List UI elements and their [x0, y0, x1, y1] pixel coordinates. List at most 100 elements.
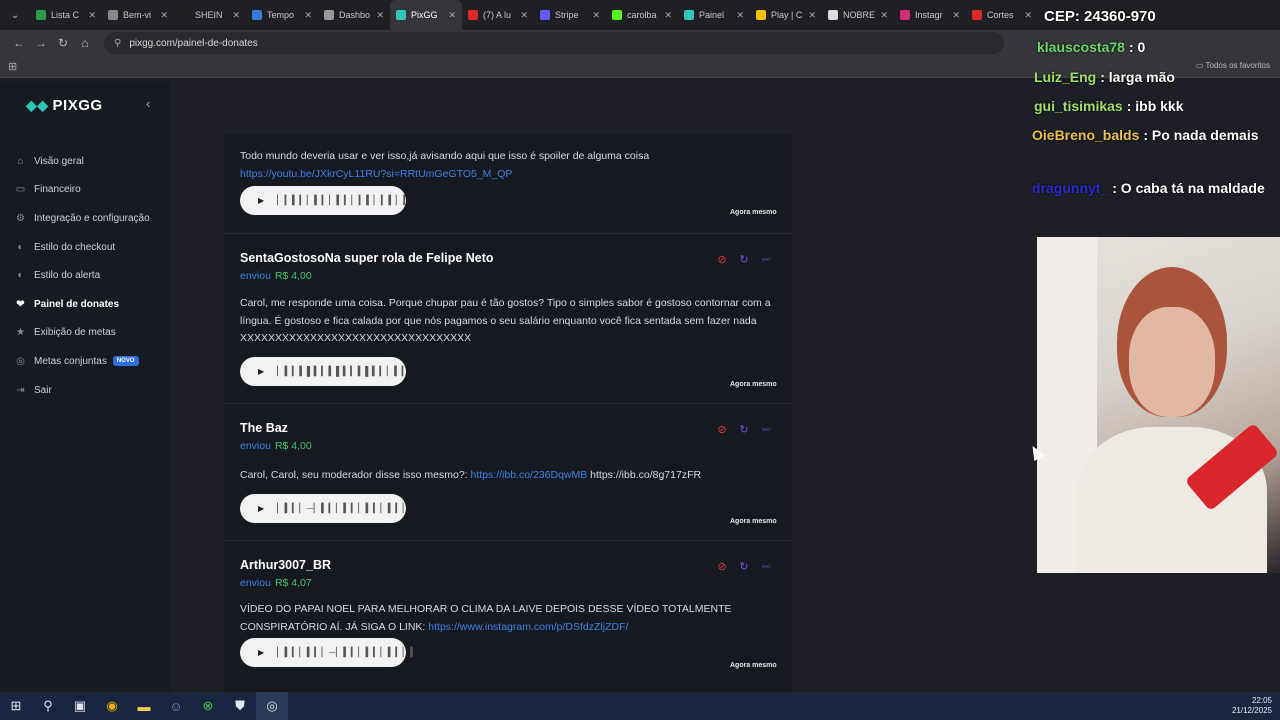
tab-close-icon[interactable]: ✕ [520, 10, 528, 21]
replay-icon[interactable]: ↻ [738, 560, 750, 573]
apps-icon[interactable]: ⊞ [8, 60, 17, 73]
sidebar-item-label: Painel de donates [34, 298, 120, 310]
chrome-icon[interactable]: ◉ [96, 692, 128, 720]
donate-amount-line: enviou R$ 4,00 [240, 270, 312, 282]
message-link[interactable]: https://youtu.be/JXkrCyL11RU?si=RRtUmGeG… [240, 168, 512, 180]
block-icon[interactable]: ⊘ [716, 423, 728, 436]
tab-close-icon[interactable]: ✕ [808, 10, 816, 21]
block-icon[interactable]: ⊘ [716, 560, 728, 573]
home-icon[interactable]: ⌂ [74, 32, 96, 54]
browser-tab[interactable]: Bem-vi ✕ [102, 0, 174, 30]
browser-tab[interactable]: Stripe ✕ [534, 0, 606, 30]
sidebar-item[interactable]: ◐ Estilo do checkout [0, 233, 170, 262]
file-explorer-icon[interactable]: ▬ [128, 692, 160, 720]
donate-icon: ❤ [16, 298, 25, 310]
play-icon[interactable]: ▶ [258, 196, 264, 205]
browser-tab[interactable]: SHEIN ✕ [174, 0, 246, 30]
obs-icon[interactable]: ◎ [256, 692, 288, 720]
target-icon: ◎ [16, 355, 25, 367]
search-icon[interactable]: ⚲ [32, 692, 64, 720]
task-view-icon[interactable]: ▣ [64, 692, 96, 720]
sidebar-item[interactable]: ◐ Estilo do alerta [0, 261, 170, 290]
tab-close-icon[interactable]: ✕ [664, 10, 672, 21]
tab-title: NOBRE [843, 10, 876, 20]
reload-icon[interactable]: ↻ [52, 32, 74, 54]
skip-icon[interactable]: ⏭ [760, 560, 772, 572]
browser-tab[interactable]: (7) A lu ✕ [462, 0, 534, 30]
sidebar: ◆◆ PIXGG ‹ ⌂ Visão geral ▭ Financeiro ⚙ Integ… [0, 81, 170, 692]
tab-close-icon[interactable]: ✕ [1024, 10, 1032, 21]
sidebar-item[interactable]: ⇥ Sair [0, 376, 170, 405]
tab-close-icon[interactable]: ✕ [736, 10, 744, 21]
sidebar-item[interactable]: ◎ Metas conjuntas NOVO [0, 347, 170, 376]
security-icon[interactable]: ⛊ [224, 692, 256, 720]
pixgg-logo-icon: ◆◆ [26, 97, 49, 113]
browser-tab[interactable]: Lista C ✕ [30, 0, 102, 30]
sidebar-item[interactable]: ❤ Painel de donates [0, 290, 170, 319]
sidebar-item[interactable]: ★ Exibição de metas [0, 319, 170, 348]
audio-player[interactable]: ▶ ▏▍▎▏─▏▍▎▏▍▎▏▍▎▏▍▎▏ [240, 494, 410, 523]
tab-title: carolba [627, 10, 657, 20]
url-field[interactable]: ⚲ pixgg.com/painel-de-donates [104, 32, 1004, 54]
browser-tab[interactable]: carolba ✕ [606, 0, 678, 30]
donate-message: Todo mundo deveria usar e ver isso,já av… [240, 148, 780, 183]
play-icon[interactable]: ▶ [258, 504, 264, 513]
tab-title: Cortes [987, 10, 1014, 20]
browser-tab[interactable]: Cortes ✕ [966, 0, 1038, 30]
tab-close-icon[interactable]: ✕ [376, 10, 384, 21]
tab-close-icon[interactable]: ✕ [952, 10, 960, 21]
tab-search-icon[interactable]: ⌄ [6, 6, 24, 24]
sidebar-item[interactable]: ▭ Financeiro [0, 176, 170, 205]
donate-item: The Baz enviou R$ 4,00 ⊘ ↻ ⏭ Carol, Carol, seu… [224, 404, 792, 541]
discord-icon[interactable]: ☺ [160, 692, 192, 720]
sidebar-item[interactable]: ⚙ Integração e configuração [0, 204, 170, 233]
donates-panel[interactable]: Todo mundo deveria usar e ver isso,já av… [224, 134, 792, 692]
audio-player[interactable]: ▶ ▏▍▎▏▍▎▏─▏▍▎▏▍▎▏▍▎▏▍ [240, 638, 417, 667]
donate-time: Agora mesmo [730, 381, 777, 388]
skip-icon[interactable]: ⏭ [760, 423, 772, 435]
tab-close-icon[interactable]: ✕ [592, 10, 600, 21]
skip-icon[interactable]: ⏭ [760, 253, 772, 265]
donate-amount: R$ 4,07 [274, 577, 312, 589]
chat-username: Luiz_Eng [1034, 69, 1097, 85]
forward-icon[interactable]: → [30, 32, 52, 54]
browser-tab[interactable]: Dashbo ✕ [318, 0, 390, 30]
donate-message: Carol, me responde uma coisa. Porque chu… [240, 295, 780, 348]
tab-close-icon[interactable]: ✕ [880, 10, 888, 21]
tab-favicon-icon [972, 10, 982, 20]
back-icon[interactable]: ← [8, 32, 30, 54]
tab-title: SHEIN [195, 10, 223, 20]
browser-tab[interactable]: Play | C ✕ [750, 0, 822, 30]
play-icon[interactable]: ▶ [258, 648, 264, 657]
browser-tab[interactable]: Instagr ✕ [894, 0, 966, 30]
tab-close-icon[interactable]: ✕ [232, 10, 240, 21]
sidebar-item[interactable]: ⌂ Visão geral [0, 147, 170, 176]
audio-player[interactable]: ▶ ▏▎▍▎▏▍▎▏▍▎▏▎▍▏▎▍▏▎ [240, 186, 410, 215]
tab-close-icon[interactable]: ✕ [304, 10, 312, 21]
collapse-sidebar-icon[interactable]: ‹ [146, 96, 150, 111]
site-info-icon[interactable]: ⚲ [114, 38, 121, 49]
browser-tab[interactable]: Tempo ✕ [246, 0, 318, 30]
replay-icon[interactable]: ↻ [738, 253, 750, 266]
chat-text: : larga mão [1100, 69, 1175, 85]
browser-tab[interactable]: NOBRE ✕ [822, 0, 894, 30]
replay-icon[interactable]: ↻ [738, 423, 750, 436]
tab-close-icon[interactable]: ✕ [448, 10, 456, 21]
tab-close-icon[interactable]: ✕ [160, 10, 168, 21]
tab-title: (7) A lu [483, 10, 512, 20]
tab-close-icon[interactable]: ✕ [88, 10, 96, 21]
audio-player[interactable]: ▶ ▏▍▎▍▌▍▎▍▌▍▎▍▌▍▎▏▍▎ [240, 357, 409, 386]
start-icon[interactable]: ⊞ [0, 692, 32, 720]
cep-text: CEP: 24360-970 [1044, 8, 1156, 25]
browser-tab[interactable]: PixGG ✕ [390, 0, 462, 30]
browser-tab[interactable]: Painel ✕ [678, 0, 750, 30]
play-icon[interactable]: ▶ [258, 367, 264, 376]
message-link[interactable]: https://ibb.co/236DqwMB [471, 469, 588, 481]
sent-label: enviou [240, 270, 271, 282]
block-icon[interactable]: ⊘ [716, 253, 728, 266]
windows-taskbar: ⊞ ⚲ ▣ ◉ ▬ ☺ ⊗ ⛊ ◎ 22:05 21/12/2025 [0, 692, 1280, 720]
message-link[interactable]: https://www.instagram.com/p/DSfdzZljZDF/ [428, 621, 628, 633]
xbox-icon[interactable]: ⊗ [192, 692, 224, 720]
brand-logo[interactable]: ◆◆ PIXGG [26, 97, 103, 114]
system-clock[interactable]: 22:05 21/12/2025 [1232, 696, 1272, 716]
